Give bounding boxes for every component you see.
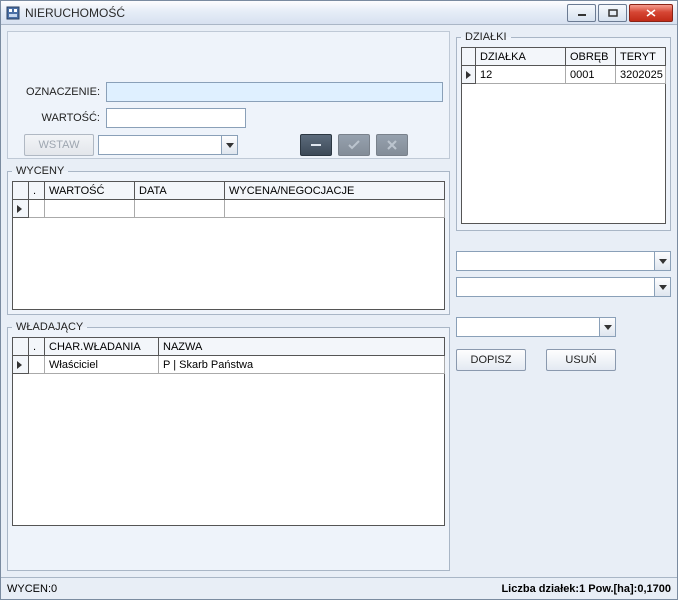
wartosc-input[interactable]: [106, 108, 246, 128]
dzialki-grid-body[interactable]: [461, 84, 666, 224]
minus-button[interactable]: [300, 134, 332, 156]
col-indicator[interactable]: [13, 338, 29, 356]
col-idx[interactable]: .: [29, 182, 45, 200]
maximize-button[interactable]: [598, 4, 627, 22]
app-icon: [5, 5, 21, 21]
dzialki-group: DZIAŁKI DZIAŁKA OBRĘB TERYT 12 0001 3202…: [456, 31, 671, 231]
cancel-x-button[interactable]: [376, 134, 408, 156]
usun-button[interactable]: USUŃ: [546, 349, 616, 371]
status-dzialki: Liczba działek:1 Pow.[ha]:0,1700: [501, 583, 671, 595]
wladajacy-legend: WŁADAJĄCY: [12, 321, 87, 333]
wladajacy-group: WŁADAJĄCY . CHAR.WŁADANIA NAZWA Właścici…: [7, 321, 450, 571]
dzialki-grid[interactable]: DZIAŁKA OBRĘB TERYT 12 0001 3202025: [461, 47, 666, 84]
cell-teryt[interactable]: 3202025: [616, 66, 666, 84]
col-data[interactable]: DATA: [135, 182, 225, 200]
wladajacy-grid-body[interactable]: [12, 374, 445, 526]
right-column: DZIAŁKI DZIAŁKA OBRĘB TERYT 12 0001 3202…: [456, 31, 671, 571]
check-button[interactable]: [338, 134, 370, 156]
right-combo-2[interactable]: [456, 277, 671, 297]
minimize-button[interactable]: [567, 4, 596, 22]
wstaw-button[interactable]: WSTAW: [24, 134, 94, 156]
wyceny-grid[interactable]: . WARTOŚĆ DATA WYCENA/NEGOCJACJE: [12, 181, 445, 218]
window-title: NIERUCHOMOŚĆ: [25, 6, 565, 20]
chevron-down-icon[interactable]: [654, 278, 670, 296]
col-nazwa[interactable]: NAZWA: [159, 338, 445, 356]
left-column: OZNACZENIE: WARTOŚĆ: WSTAW: [7, 31, 450, 571]
col-wycneg[interactable]: WYCENA/NEGOCJACJE: [225, 182, 445, 200]
form-panel: OZNACZENIE: WARTOŚĆ: WSTAW: [7, 31, 450, 159]
row-indicator-icon: [17, 205, 22, 213]
right-combo-1[interactable]: [456, 251, 671, 271]
table-row[interactable]: [13, 200, 445, 218]
status-bar: WYCEN:0 Liczba działek:1 Pow.[ha]:0,1700: [1, 577, 677, 599]
status-wycen: WYCEN:0: [7, 583, 57, 595]
oznaczenie-label: OZNACZENIE:: [14, 86, 106, 98]
col-teryt[interactable]: TERYT: [616, 48, 666, 66]
wladajacy-grid[interactable]: . CHAR.WŁADANIA NAZWA Właściciel P | Ska…: [12, 337, 445, 374]
cell-dzialka[interactable]: 12: [476, 66, 566, 84]
table-row[interactable]: 12 0001 3202025: [462, 66, 666, 84]
window: NIERUCHOMOŚĆ OZNACZENIE: WARTOŚĆ:: [0, 0, 678, 600]
right-combo-3[interactable]: [456, 317, 616, 337]
cell-nazwa[interactable]: P | Skarb Państwa: [159, 356, 445, 374]
wyceny-legend: WYCENY: [12, 165, 68, 177]
cell-char[interactable]: Właściciel: [45, 356, 159, 374]
table-row[interactable]: Właściciel P | Skarb Państwa: [13, 356, 445, 374]
row-indicator-icon: [466, 71, 471, 79]
col-idx[interactable]: .: [29, 338, 45, 356]
oznaczenie-input[interactable]: [106, 82, 443, 102]
col-indicator[interactable]: [462, 48, 476, 66]
chevron-down-icon[interactable]: [599, 318, 615, 336]
wyceny-group: WYCENY . WARTOŚĆ DATA WYCENA/NEGOCJACJE: [7, 165, 450, 315]
row-indicator-icon: [17, 361, 22, 369]
wartosc-label: WARTOŚĆ:: [14, 112, 106, 124]
col-wartosc[interactable]: WARTOŚĆ: [45, 182, 135, 200]
close-button[interactable]: [629, 4, 673, 22]
dzialki-legend: DZIAŁKI: [461, 31, 511, 43]
window-buttons: [565, 4, 673, 22]
chevron-down-icon[interactable]: [654, 252, 670, 270]
chevron-down-icon[interactable]: [221, 136, 237, 154]
col-indicator[interactable]: [13, 182, 29, 200]
dopisz-button[interactable]: DOPISZ: [456, 349, 526, 371]
wyceny-grid-body[interactable]: [12, 218, 445, 310]
content: OZNACZENIE: WARTOŚĆ: WSTAW: [1, 25, 677, 577]
titlebar: NIERUCHOMOŚĆ: [1, 1, 677, 25]
col-dzialka[interactable]: DZIAŁKA: [476, 48, 566, 66]
col-obreb[interactable]: OBRĘB: [566, 48, 616, 66]
cell-obreb[interactable]: 0001: [566, 66, 616, 84]
col-char[interactable]: CHAR.WŁADANIA: [45, 338, 159, 356]
wstaw-combo[interactable]: [98, 135, 238, 155]
